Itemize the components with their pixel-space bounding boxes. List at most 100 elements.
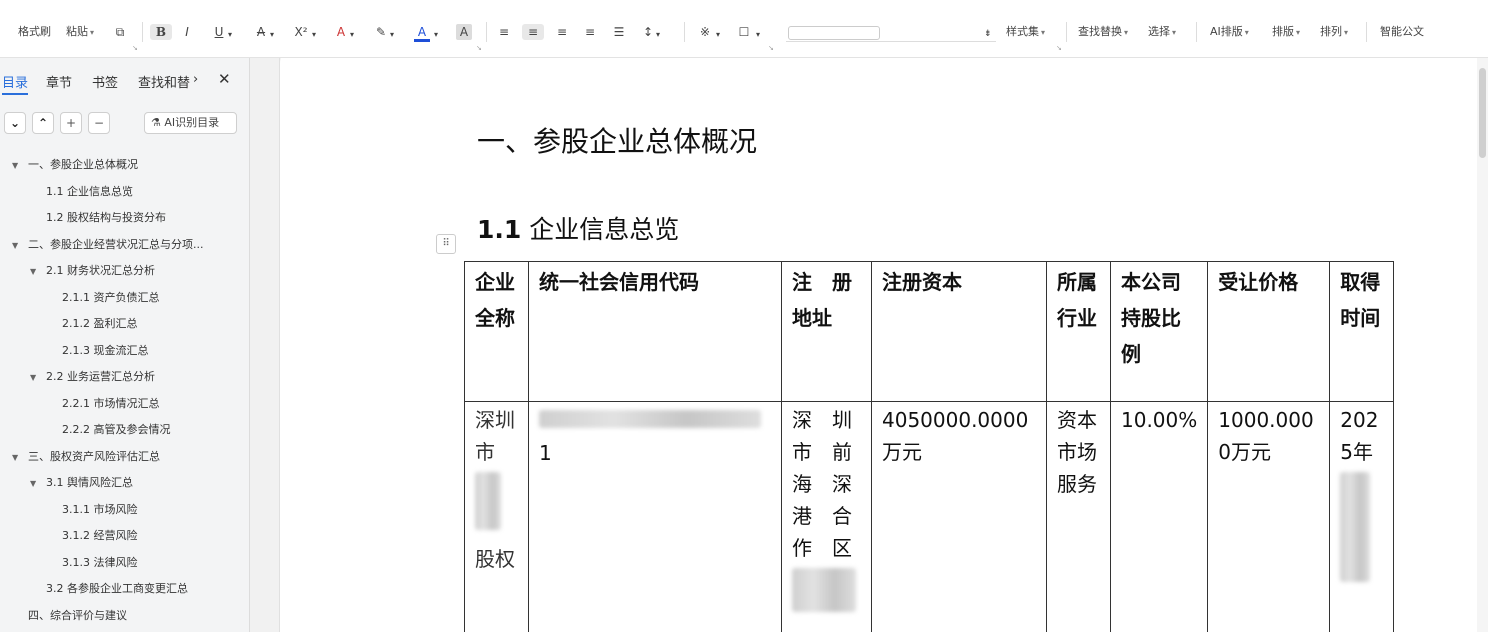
credit-code-tail: 1 xyxy=(539,441,552,465)
tab-bookmarks[interactable]: 书签 xyxy=(92,72,118,91)
ai-recognize-toc-button[interactable]: ⚗ AI识别目录 xyxy=(144,112,237,134)
strikethrough-icon[interactable]: A xyxy=(254,24,268,40)
cell-transfer-price[interactable]: 1000.0000万元 xyxy=(1207,401,1331,632)
caret-down-icon[interactable]: ▼ xyxy=(30,477,40,491)
toc-item[interactable]: 3.1.2 经营风险 xyxy=(62,529,138,543)
cell-acquire-time[interactable]: 2025年 xyxy=(1329,401,1395,632)
acquire-time-text: 2025年 xyxy=(1340,408,1379,464)
toc-item[interactable]: ▼ 一、参股企业总体概况 xyxy=(12,158,138,173)
chevron-down-icon[interactable]: ▾ xyxy=(270,27,274,43)
chevron-down-icon[interactable]: ▾ xyxy=(716,27,720,43)
tab-find-replace[interactable]: 查找和替 xyxy=(138,72,190,91)
cell-industry[interactable]: 资本市场服务 xyxy=(1046,401,1111,632)
toc-item-label: 一、参股企业总体概况 xyxy=(28,158,138,171)
toc-item[interactable]: 1.2 股权结构与投资分布 xyxy=(46,211,166,225)
align-right-icon[interactable]: ≡ xyxy=(554,24,570,40)
smart-doc-button[interactable]: 智能公文 xyxy=(1380,24,1424,40)
copy-icon[interactable]: ⧉ xyxy=(112,24,128,40)
tab-chapters[interactable]: 章节 xyxy=(46,72,72,91)
font-expand-icon[interactable]: ↘ xyxy=(476,44,482,52)
toc-item[interactable]: 3.2 各参股企业工商变更汇总 xyxy=(46,582,188,596)
style-gallery-more-icon[interactable]: ⇟ xyxy=(984,26,992,42)
close-icon[interactable]: ✕ xyxy=(218,70,231,88)
chevron-right-icon[interactable]: › xyxy=(193,72,198,87)
caret-down-icon[interactable]: ▼ xyxy=(30,371,40,385)
toc-item[interactable]: ▼ 三、股权资产风险评估汇总 xyxy=(12,450,160,465)
styles-expand-icon[interactable]: ↘ xyxy=(1056,44,1062,52)
justify-icon[interactable]: ≡ xyxy=(582,24,598,40)
toc-item[interactable]: 四、综合评价与建议 xyxy=(28,609,127,623)
block-handle-icon[interactable]: ⠿ xyxy=(436,234,456,254)
toc-item[interactable]: ▼ 2.1 财务状况汇总分析 xyxy=(30,264,155,279)
wps-writer-window: 格式刷 粘贴 ⧉ ↘ B I U ▾ A ▾ X² ▾ A ▾ ✎ ▾ A ▾ … xyxy=(0,0,1488,632)
toc-item[interactable]: 2.1.3 现金流汇总 xyxy=(62,344,149,358)
style-set-button[interactable]: 样式集 xyxy=(1006,24,1045,41)
distributed-icon[interactable]: ☰ xyxy=(610,24,628,40)
chevron-down-icon[interactable]: ▾ xyxy=(756,27,760,43)
heading-1[interactable]: 一、参股企业总体概况 xyxy=(477,120,757,160)
add-heading-button[interactable]: + xyxy=(60,112,82,134)
chevron-down-icon[interactable]: ▾ xyxy=(656,27,660,43)
tab-toc[interactable]: 目录 xyxy=(2,72,29,95)
toc-item[interactable]: ▼ 2.2 业务运营汇总分析 xyxy=(30,370,155,385)
caret-down-icon[interactable]: ▼ xyxy=(12,451,22,465)
chevron-down-icon[interactable]: ▾ xyxy=(350,27,354,43)
underline-icon[interactable]: U xyxy=(212,24,226,40)
toc-item[interactable]: 2.2.1 市场情况汇总 xyxy=(62,397,160,411)
heading-2[interactable]: 1.1 企业信息总览 xyxy=(477,210,679,246)
toc-item[interactable]: ▼ 3.1 舆情风险汇总 xyxy=(30,476,133,491)
toc-item[interactable]: ▼ 二、参股企业经营状况汇总与分项... xyxy=(12,238,204,253)
paste-button[interactable]: 粘贴 xyxy=(66,24,94,41)
caret-down-icon[interactable]: ▼ xyxy=(12,239,22,253)
caret-down-icon[interactable]: ▼ xyxy=(12,159,22,173)
ai-layout-button[interactable]: AI排版 xyxy=(1210,24,1249,41)
clipboard-expand-icon[interactable]: ↘ xyxy=(132,44,138,52)
align-center-icon[interactable]: ≡ xyxy=(522,24,544,40)
font-color-icon[interactable]: A xyxy=(414,24,430,42)
scrollbar-thumb[interactable] xyxy=(1479,68,1486,158)
toc-item[interactable]: 3.1.1 市场风险 xyxy=(62,503,138,517)
cell-registered-capital[interactable]: 4050000.0000万元 xyxy=(871,401,1047,632)
toc-item[interactable]: 2.1.2 盈利汇总 xyxy=(62,317,138,331)
company-info-table[interactable]: 企业全称 统一社会信用代码 注 册地址 注册资本 所属行业 本公司持股比例 受让… xyxy=(464,261,1395,632)
char-shading-icon[interactable]: A xyxy=(456,24,472,40)
symbol-icon[interactable]: ※ xyxy=(696,24,714,40)
cell-company-name[interactable]: 深圳市 股权 xyxy=(464,401,529,632)
select-button[interactable]: 选择 xyxy=(1148,24,1176,41)
cell-credit-code[interactable]: 1 xyxy=(528,401,782,632)
italic-icon[interactable]: I xyxy=(180,24,194,40)
registered-address-text: 深 圳市 前海 深港 合作 区 xyxy=(792,408,852,560)
highlight-icon[interactable]: ✎ xyxy=(374,24,388,40)
cell-registered-address[interactable]: 深 圳市 前海 深港 合作 区 xyxy=(781,401,872,632)
line-spacing-icon[interactable]: ↕ xyxy=(640,24,656,40)
remove-heading-button[interactable]: − xyxy=(88,112,110,134)
border-icon[interactable]: ☐ xyxy=(736,24,752,40)
superscript-icon[interactable]: X² xyxy=(292,24,310,40)
chevron-down-icon[interactable]: ▾ xyxy=(390,27,394,43)
text-effect-icon[interactable]: A xyxy=(334,24,348,40)
caret-down-icon[interactable]: ▼ xyxy=(30,265,40,279)
collapse-all-button[interactable]: ⌃ xyxy=(32,112,54,134)
toc-item[interactable]: 2.1.1 资产负债汇总 xyxy=(62,291,160,305)
style-preview[interactable] xyxy=(788,26,880,40)
expand-all-button[interactable]: ⌄ xyxy=(4,112,26,134)
cell-holding-ratio[interactable]: 10.00% xyxy=(1109,401,1209,632)
bold-icon[interactable]: B xyxy=(150,24,172,40)
chevron-down-icon[interactable]: ▾ xyxy=(228,27,232,43)
layout-button[interactable]: 排版 xyxy=(1272,24,1300,41)
find-replace-button[interactable]: 查找替换 xyxy=(1078,24,1128,41)
redacted-blur xyxy=(792,568,856,612)
align-left-icon[interactable]: ≡ xyxy=(496,24,512,40)
paragraph-expand-icon[interactable]: ↘ xyxy=(768,44,774,52)
toc-item[interactable]: 1.1 企业信息总览 xyxy=(46,185,133,199)
chevron-down-icon[interactable]: ▾ xyxy=(312,27,316,43)
toc-item[interactable]: 2.2.2 高管及参会情况 xyxy=(62,423,171,437)
toc-item-label: 三、股权资产风险评估汇总 xyxy=(28,449,160,463)
arrange-button[interactable]: 排列 xyxy=(1320,24,1348,41)
toc-item[interactable]: 3.1.3 法律风险 xyxy=(62,556,138,570)
toc-item-label: 2.1.1 资产负债汇总 xyxy=(62,290,160,304)
vertical-scrollbar[interactable] xyxy=(1477,58,1488,632)
toc-item-label: 3.1.3 法律风险 xyxy=(62,555,138,569)
format-painter-button[interactable]: 格式刷 xyxy=(18,24,51,40)
chevron-down-icon[interactable]: ▾ xyxy=(434,27,438,43)
